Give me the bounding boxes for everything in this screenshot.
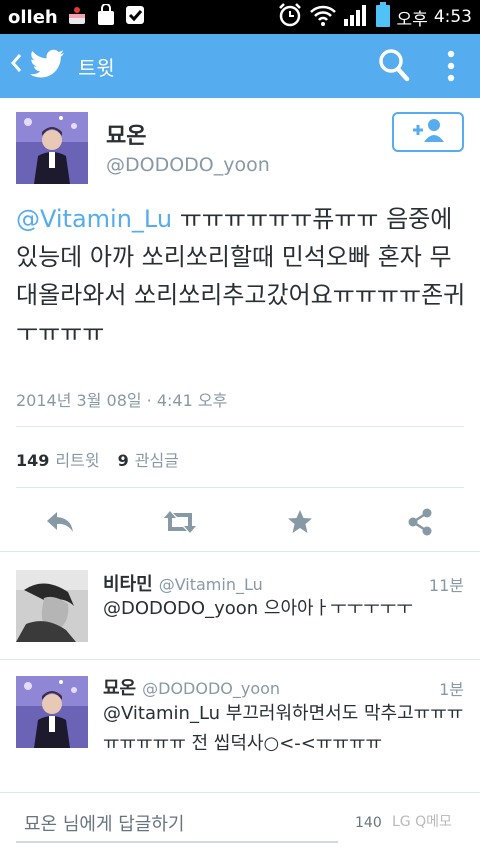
favorites-label: 관심글 [134, 451, 179, 470]
favorites-stat[interactable]: 9 관심글 [118, 447, 179, 471]
tweet-stats: 149 리트윗 9 관심글 [16, 447, 179, 471]
reply-author-name: 묘온 [103, 678, 137, 699]
back-arrow-icon[interactable] [4, 52, 28, 80]
divider [16, 426, 464, 427]
reply-avatar[interactable] [16, 676, 88, 748]
reply-author[interactable]: 비타민 @Vitamin_Lu [103, 570, 263, 596]
reply-avatar[interactable] [16, 570, 88, 642]
author-handle[interactable]: @DODODO_yoon [106, 154, 270, 176]
retweets-stat[interactable]: 149 리트윗 [16, 447, 100, 471]
author-avatar[interactable] [16, 112, 88, 184]
divider [0, 551, 480, 552]
favorite-star-icon[interactable] [280, 504, 320, 540]
reply-text: @Vitamin_Lu 부끄러워하면서도 막추고ㅠㅠㅠㅠㅠㅠㅠㅠ 전 씹덕사○<… [103, 703, 464, 754]
divider [16, 487, 464, 488]
shopping-bag-notification-icon [96, 3, 116, 30]
wifi-icon [309, 3, 337, 31]
retweets-count: 149 [16, 451, 50, 470]
signal-strength-icon [343, 3, 369, 31]
author-name[interactable]: 묘온 [106, 118, 146, 150]
search-icon[interactable] [378, 48, 410, 86]
carrier-label: olleh [8, 6, 58, 28]
lg-qmemo-logo: LG Q메모 [392, 814, 452, 830]
reply-time: 11분 [428, 576, 464, 595]
reply-author-name: 비타민 [103, 574, 153, 595]
tweet-actions [0, 496, 480, 548]
overflow-menu-icon[interactable] [446, 50, 456, 86]
reply-compose-bar: 140 LG Q메모 [0, 792, 480, 854]
divider [0, 659, 480, 660]
cake-notification-icon [66, 4, 88, 30]
retweet-icon[interactable] [160, 504, 200, 540]
share-icon[interactable] [400, 504, 440, 540]
reply-time: 1분 [439, 680, 464, 699]
reply-author-handle: @Vitamin_Lu [158, 575, 263, 594]
reply-author[interactable]: 묘온 @DODODO_yoon [103, 674, 280, 700]
twitter-bird-icon[interactable] [29, 49, 66, 83]
battery-icon [375, 2, 391, 32]
tweet-text: @Vitamin_Lu ㅠㅠㅠㅠㅠㅠ퓨ㅠㅠ 음중에 있능데 아까 쏘리쏘리할때 … [16, 200, 472, 352]
status-time: 4:53 [433, 7, 472, 27]
char-count: 140 [355, 815, 382, 831]
reply-author-handle: @DODODO_yoon [142, 679, 281, 698]
add-user-icon [410, 117, 446, 147]
favorites-count: 9 [117, 451, 129, 470]
reply-input[interactable] [16, 807, 338, 843]
reply-text: @DODODO_yoon 으아아ㅏㅜㅜㅜㅜㅜ [103, 598, 413, 619]
checkbox-notification-icon [124, 4, 146, 30]
status-ampm: 오후 [396, 9, 428, 30]
reply-icon[interactable] [40, 504, 80, 540]
tweet-timestamp: 2014년 3월 08일 · 4:41 오후 [16, 391, 228, 410]
retweets-label: 리트윗 [55, 451, 100, 470]
follow-button[interactable] [392, 112, 464, 152]
alarm-icon [277, 2, 303, 32]
action-bar: 트윗 [0, 34, 480, 98]
status-bar: olleh 오후 4:53 [0, 0, 480, 34]
page-title: 트윗 [78, 55, 115, 80]
tweet-mention-link[interactable]: @Vitamin_Lu [16, 205, 172, 233]
